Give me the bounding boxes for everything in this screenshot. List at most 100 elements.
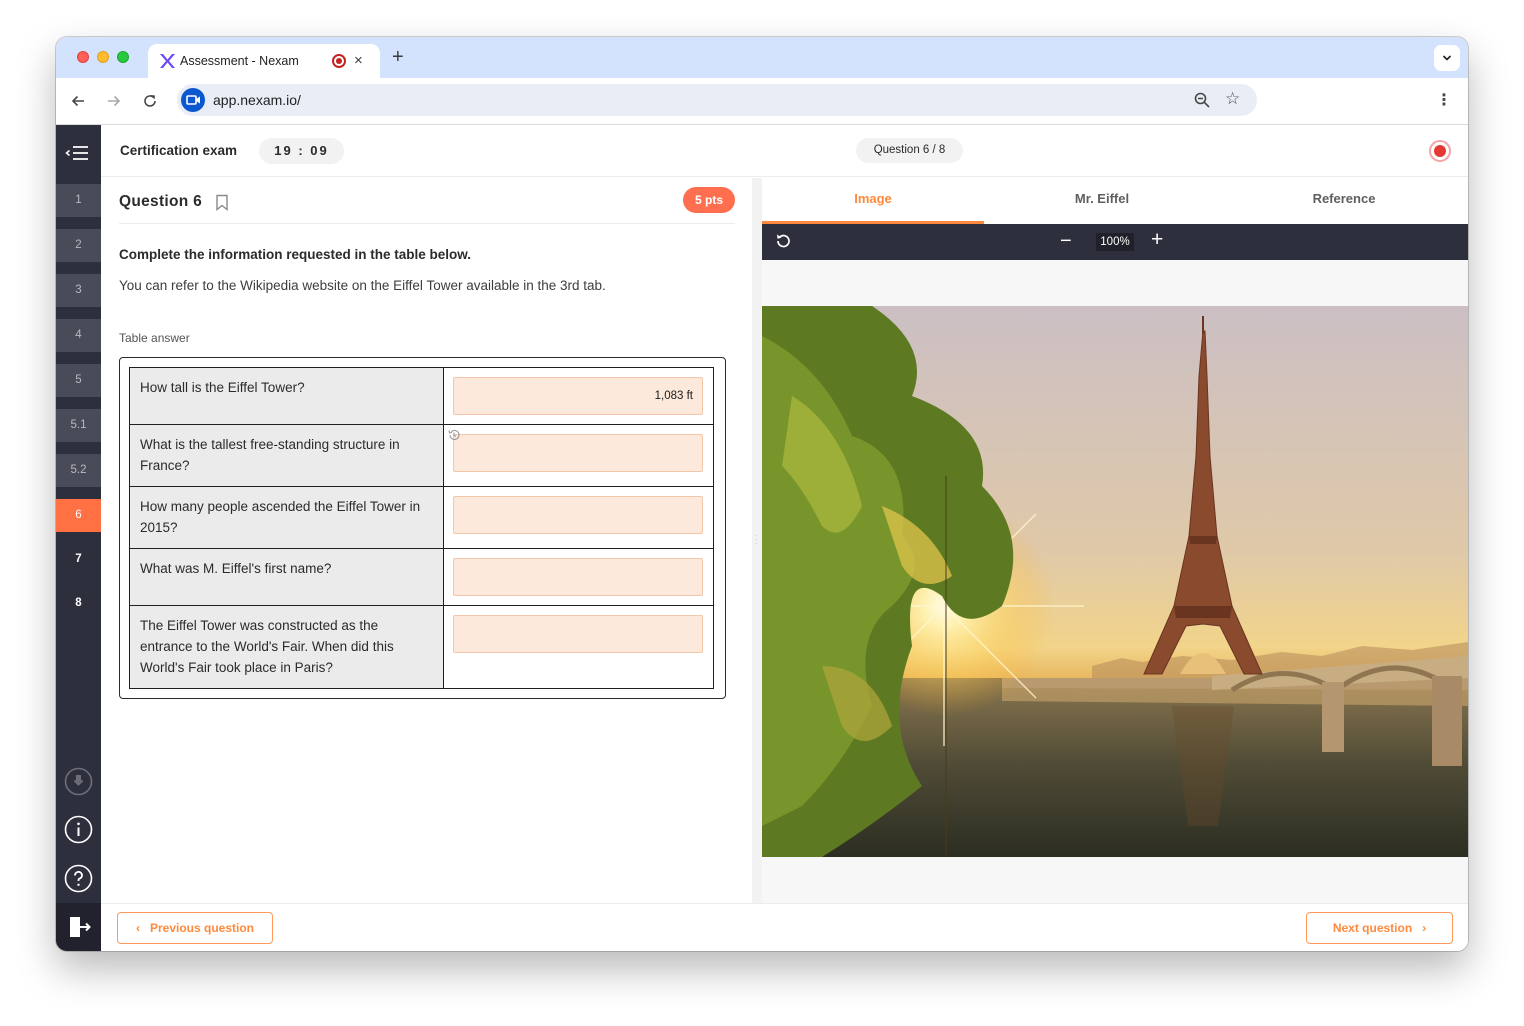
tab-reference[interactable]: Reference <box>1220 178 1468 224</box>
answer-input[interactable] <box>453 496 703 534</box>
next-question-button[interactable]: Next question › <box>1306 912 1453 944</box>
resource-tabs: Image Mr. Eiffel Reference <box>762 178 1468 224</box>
row-question: What is the tallest free-standing struct… <box>129 424 444 487</box>
video-camera-icon <box>186 95 200 105</box>
info-icon[interactable] <box>64 815 93 844</box>
tab-title: Assessment - Nexam <box>180 54 299 68</box>
sidebar-item-5[interactable]: 5 <box>56 361 101 400</box>
row-answer-cell <box>443 605 714 689</box>
question-sidebar: 1 2 3 4 5 5.1 5.2 6 7 8 <box>56 125 101 951</box>
row-answer-cell <box>443 424 714 487</box>
question-pane: Question 6 5 pts Complete the informatio… <box>101 178 752 903</box>
zoom-level: 100% <box>1096 233 1134 251</box>
download-icon[interactable] <box>64 767 93 796</box>
sidebar-item-2[interactable]: 2 <box>56 226 101 265</box>
forward-button[interactable] <box>102 89 126 113</box>
sidebar-item-5-1[interactable]: 5.1 <box>56 406 101 445</box>
exam-title: Certification exam <box>120 143 238 158</box>
recording-status-icon[interactable] <box>1429 140 1451 162</box>
close-window-button[interactable] <box>77 51 89 63</box>
zoom-icon[interactable] <box>1193 91 1211 109</box>
sidebar-item-7[interactable]: 7 <box>56 541 101 580</box>
row-question: How tall is the Eiffel Tower? <box>129 367 444 425</box>
minimize-window-button[interactable] <box>97 51 109 63</box>
history-icon[interactable] <box>447 428 461 442</box>
bookmark-icon[interactable] <box>215 194 229 211</box>
browser-tab[interactable]: Assessment - Nexam × <box>148 44 380 78</box>
chevron-left-icon: ‹ <box>135 921 140 935</box>
question-counter: Question 6 / 8 <box>856 138 963 163</box>
divider <box>119 223 735 224</box>
help-icon[interactable] <box>64 864 93 893</box>
sidebar-item-1[interactable]: 1 <box>56 181 101 220</box>
answer-table-frame: How tall is the Eiffel Tower?What is the… <box>119 357 726 699</box>
row-question: The Eiffel Tower was constructed as the … <box>129 605 444 689</box>
answer-input[interactable] <box>453 434 703 472</box>
table-row: What was M. Eiffel's first name? <box>129 548 714 606</box>
maximize-window-button[interactable] <box>117 51 129 63</box>
image-viewer-toolbar: − 100% + <box>762 224 1468 260</box>
site-info-button[interactable] <box>181 88 205 112</box>
row-answer-cell <box>443 486 714 549</box>
row-answer-cell <box>443 367 714 425</box>
table-row: How many people ascended the Eiffel Towe… <box>129 486 714 549</box>
tab-strip: Assessment - Nexam × + <box>56 37 1468 78</box>
back-button[interactable] <box>66 89 90 113</box>
eiffel-tower-image <box>762 306 1468 857</box>
recording-indicator-icon <box>332 54 346 68</box>
resource-pane: Image Mr. Eiffel Reference − 100% + <box>762 178 1468 903</box>
menu-collapse-icon <box>65 146 88 160</box>
sidebar-item-5-2[interactable]: 5.2 <box>56 451 101 490</box>
table-row: How tall is the Eiffel Tower? <box>129 367 714 425</box>
zoom-in-button[interactable]: + <box>1151 229 1163 251</box>
reload-button[interactable] <box>138 89 162 113</box>
drag-handle-icon: · · · <box>755 531 758 548</box>
answer-table: How tall is the Eiffel Tower?What is the… <box>129 367 714 689</box>
arrow-right-icon <box>108 95 121 107</box>
browser-menu-icon[interactable]: ⋮ <box>1436 91 1452 111</box>
sidebar-item-4[interactable]: 4 <box>56 316 101 355</box>
row-question: How many people ascended the Eiffel Towe… <box>129 486 444 549</box>
reload-icon <box>144 95 156 107</box>
url-text[interactable]: app.nexam.io/ <box>213 92 301 108</box>
eiffel-tower-photo <box>762 306 1468 857</box>
collapse-menu-button[interactable] <box>56 125 101 181</box>
points-badge: 5 pts <box>683 187 735 213</box>
new-tab-button[interactable]: + <box>392 46 404 68</box>
tab-mr-eiffel[interactable]: Mr. Eiffel <box>984 178 1220 224</box>
previous-question-button[interactable]: ‹ Previous question <box>117 912 273 944</box>
previous-question-label: Previous question <box>149 921 255 935</box>
row-question: What was M. Eiffel's first name? <box>129 548 444 606</box>
countdown-timer: 19 : 09 <box>259 138 344 164</box>
bookmark-star-icon[interactable]: ☆ <box>1225 89 1240 109</box>
tab-search-button[interactable] <box>1434 45 1460 71</box>
table-row: The Eiffel Tower was constructed as the … <box>129 605 714 689</box>
sidebar-item-3[interactable]: 3 <box>56 271 101 310</box>
next-question-label: Next question <box>1332 921 1413 935</box>
sidebar-item-6[interactable]: 6 <box>56 496 101 535</box>
question-title: Question 6 <box>119 193 203 210</box>
zoom-out-button[interactable]: − <box>1060 230 1072 252</box>
browser-toolbar: app.nexam.io/ ☆ ⋮ <box>56 78 1468 125</box>
address-bar[interactable]: app.nexam.io/ ☆ <box>177 84 1257 116</box>
pane-resize-handle[interactable]: · · · <box>752 178 762 903</box>
sidebar-item-8[interactable]: 8 <box>56 585 101 624</box>
tab-image[interactable]: Image <box>762 178 984 224</box>
close-tab-icon[interactable]: × <box>354 52 363 70</box>
instruction-text: You can refer to the Wikipedia website o… <box>119 278 606 293</box>
instruction-heading: Complete the information requested in th… <box>119 247 472 262</box>
chevron-right-icon: › <box>1422 921 1427 935</box>
exit-door-icon <box>70 917 91 937</box>
arrow-left-icon <box>71 95 84 107</box>
browser-window: Assessment - Nexam × + app.nexam.io/ ☆ ⋮… <box>56 37 1468 951</box>
exit-exam-button[interactable] <box>56 903 101 951</box>
answer-input[interactable] <box>453 558 703 596</box>
nexam-logo-icon <box>160 54 175 68</box>
answer-input[interactable] <box>453 615 703 653</box>
rotate-icon[interactable] <box>774 232 792 250</box>
answer-input[interactable] <box>453 377 703 415</box>
navigation-footer: ‹ Previous question Next question › <box>101 903 1468 951</box>
exam-app: 1 2 3 4 5 5.1 5.2 6 7 8 Certification ex… <box>56 125 1468 951</box>
table-row: What is the tallest free-standing struct… <box>129 424 714 487</box>
table-answer-label: Table answer <box>119 331 190 345</box>
